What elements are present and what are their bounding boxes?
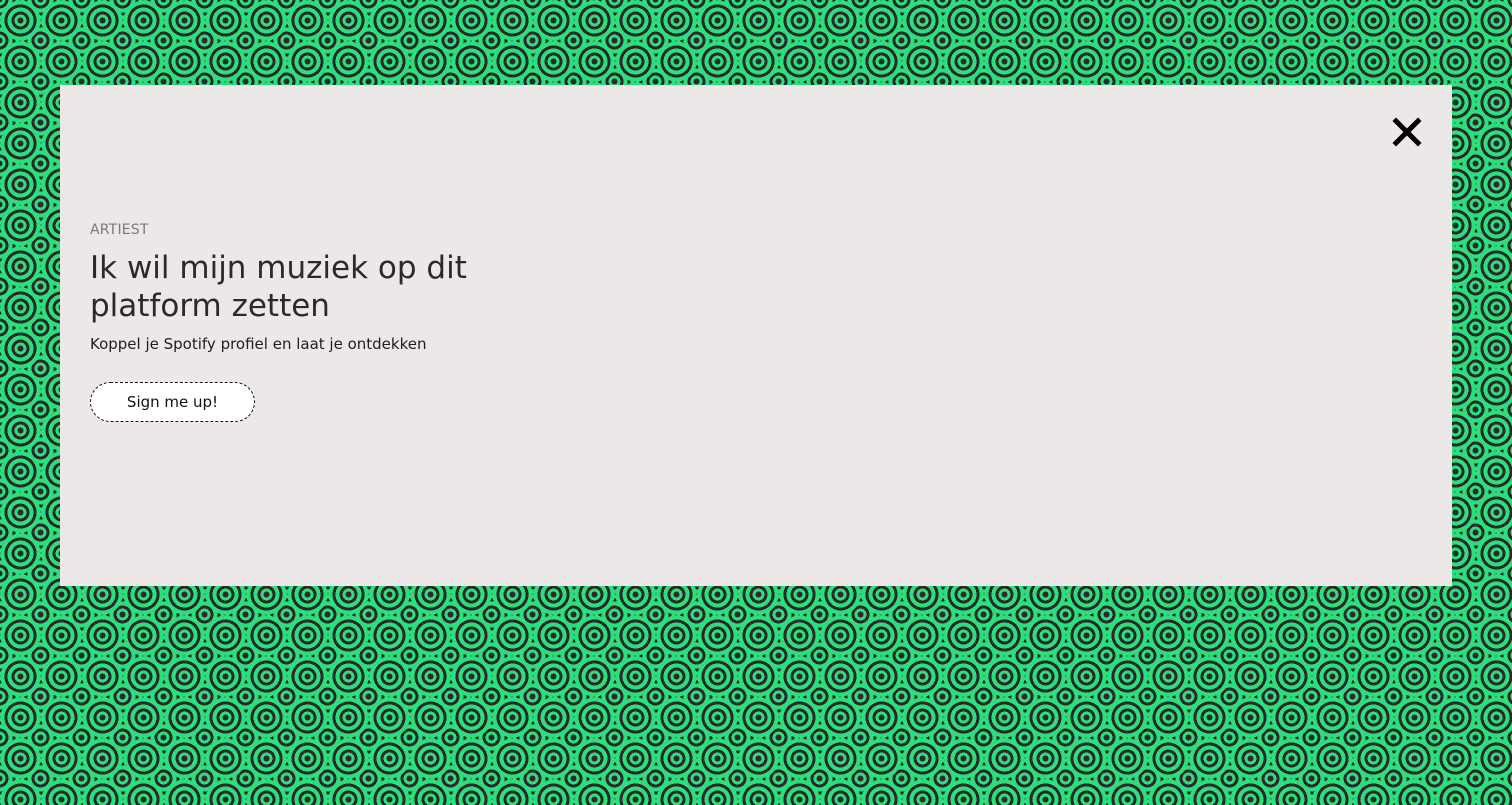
close-button[interactable]	[1390, 115, 1424, 149]
modal-subtitle: Koppel je Spotify profiel en laat je ont…	[90, 335, 427, 353]
artist-signup-modal: ARTIEST Ik wil mijn muziek op dit platfo…	[60, 85, 1452, 586]
modal-content: ARTIEST Ik wil mijn muziek op dit platfo…	[90, 221, 570, 422]
sign-up-button[interactable]: Sign me up!	[90, 382, 255, 422]
eyebrow-label: ARTIEST	[90, 222, 149, 238]
close-icon	[1392, 117, 1422, 147]
modal-headline: Ik wil mijn muziek op dit platform zette…	[90, 250, 467, 324]
